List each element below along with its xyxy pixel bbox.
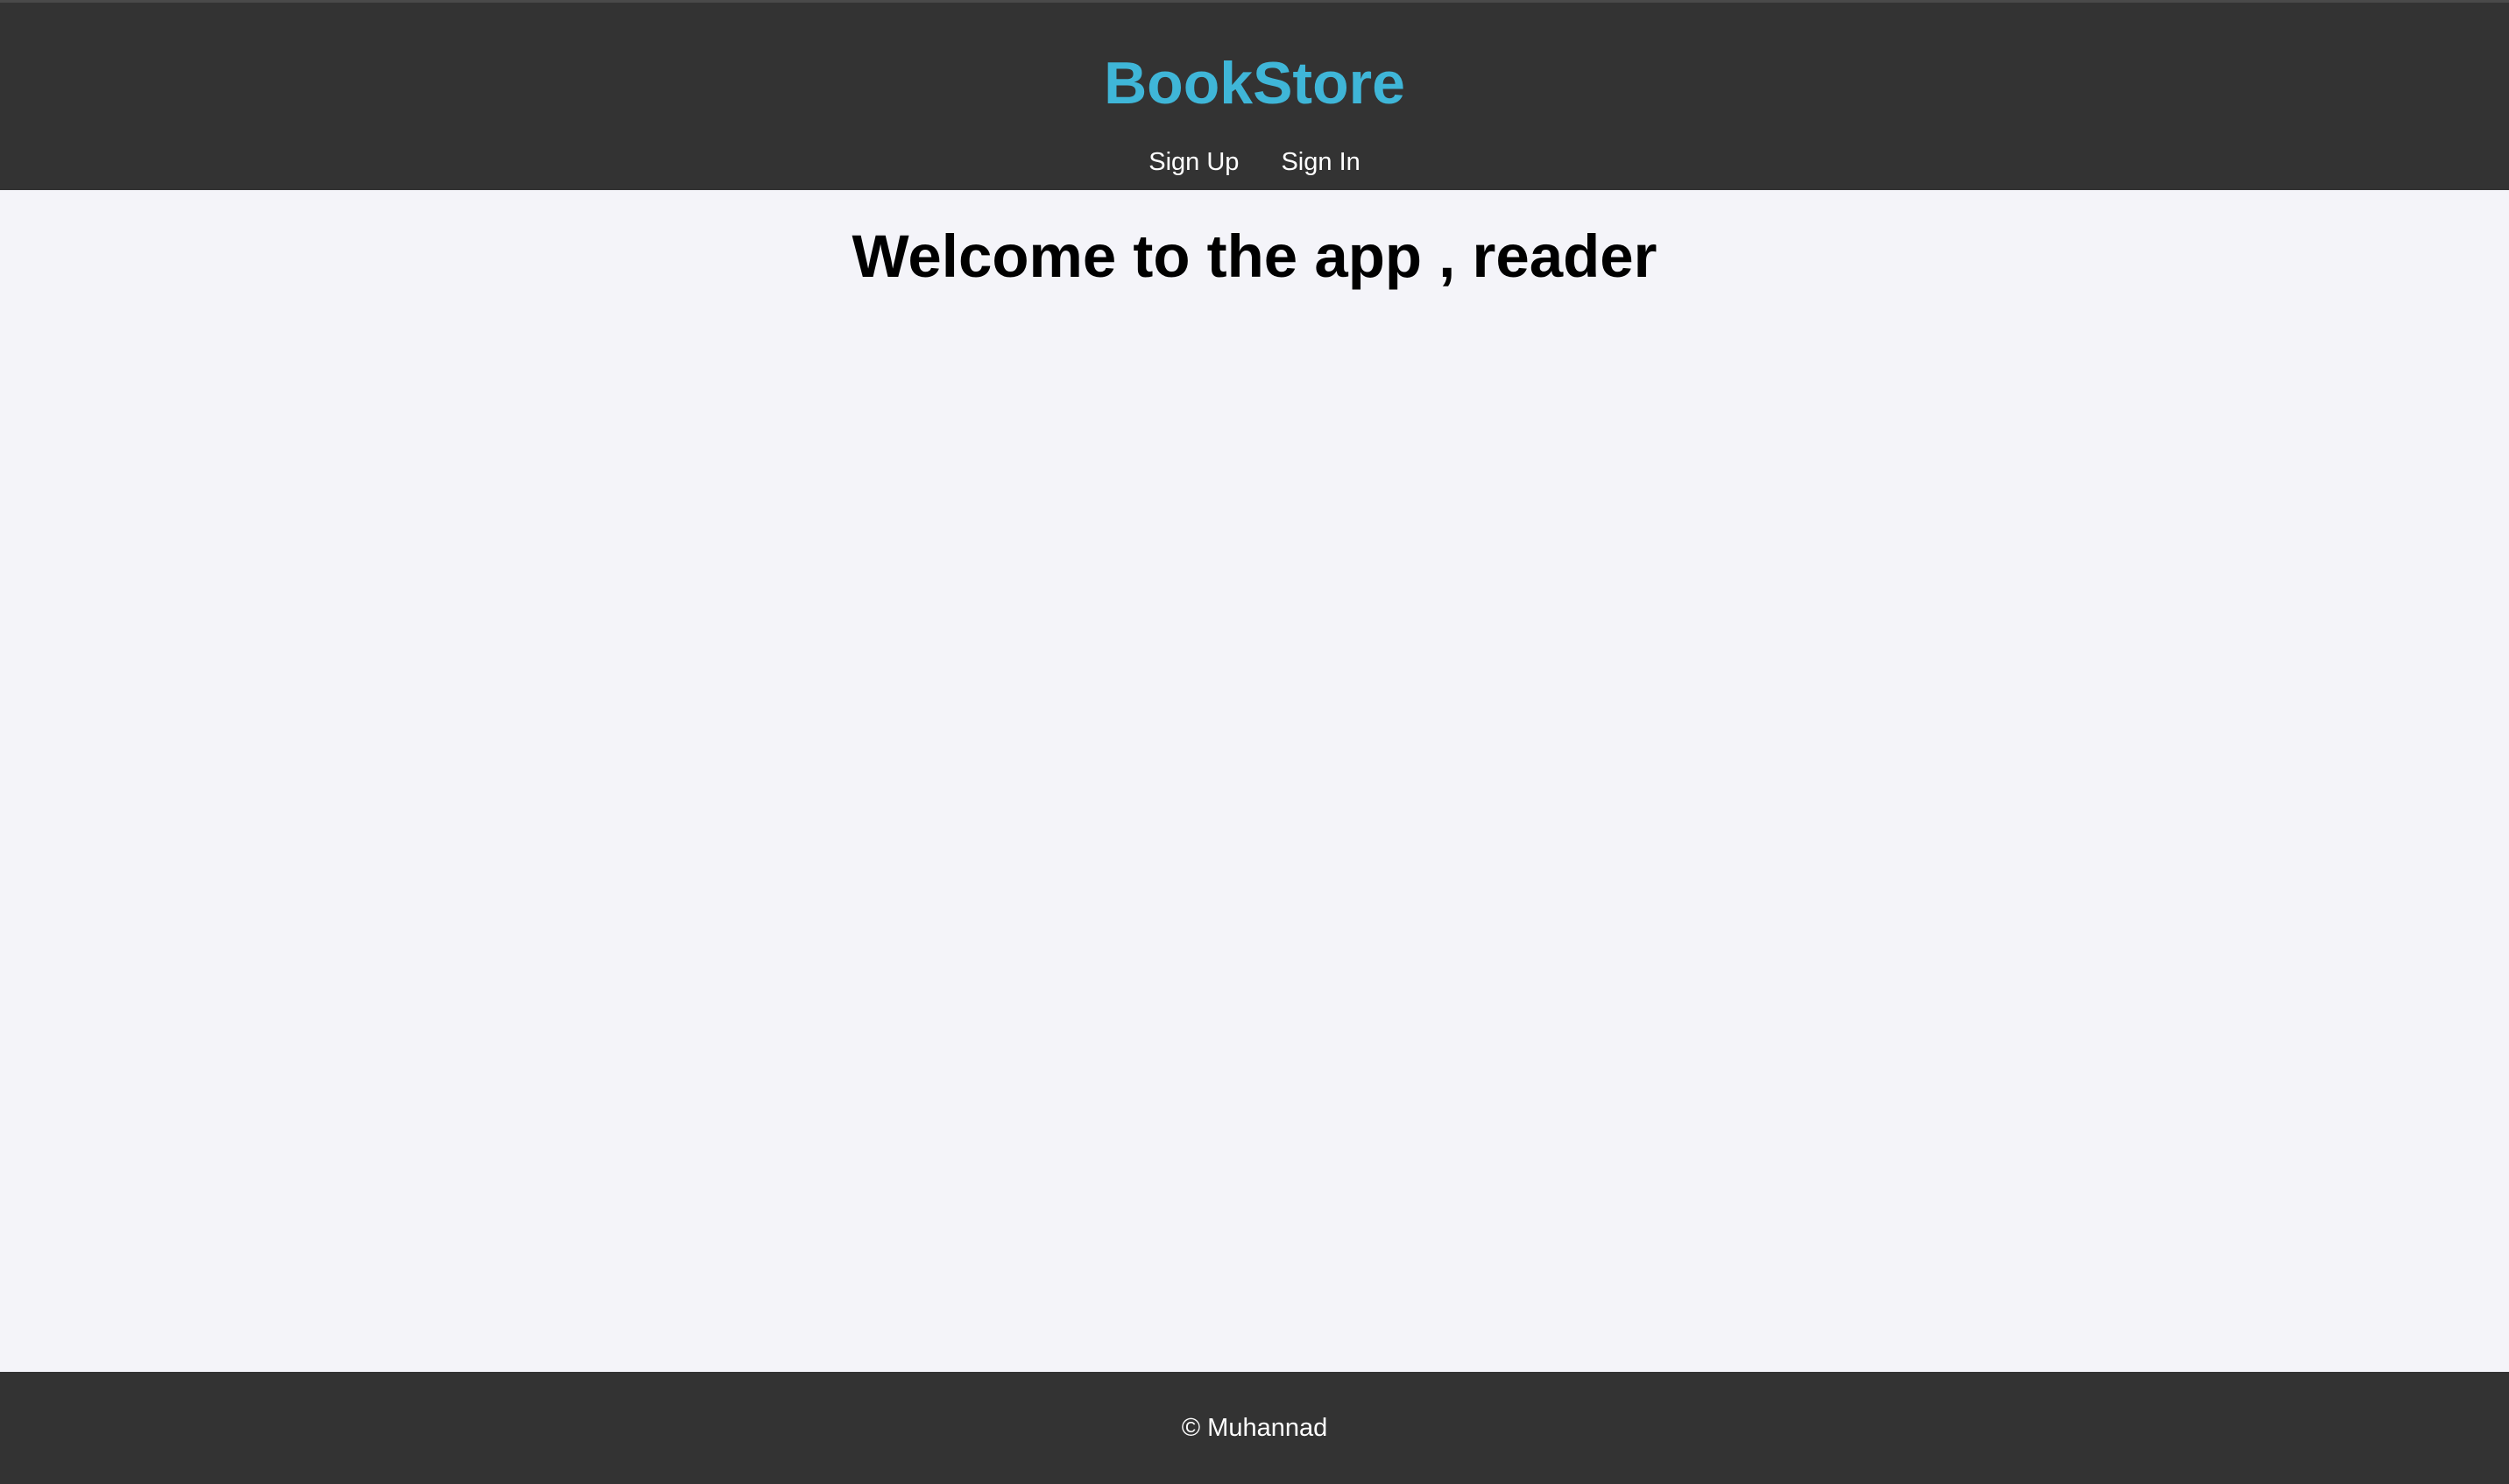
sign-in-link[interactable]: Sign In [1281, 148, 1360, 176]
welcome-heading: Welcome to the app , reader [852, 223, 1657, 290]
site-footer: © Muhannad [0, 1372, 2509, 1484]
main-nav: Sign Up Sign In [0, 145, 2509, 180]
footer-copyright: © Muhannad [1181, 1414, 1328, 1442]
sign-up-link[interactable]: Sign Up [1148, 148, 1239, 176]
brand-title[interactable]: BookStore [0, 48, 2509, 118]
site-header: BookStore Sign Up Sign In [0, 0, 2509, 190]
main-content: Welcome to the app , reader [0, 190, 2509, 1372]
